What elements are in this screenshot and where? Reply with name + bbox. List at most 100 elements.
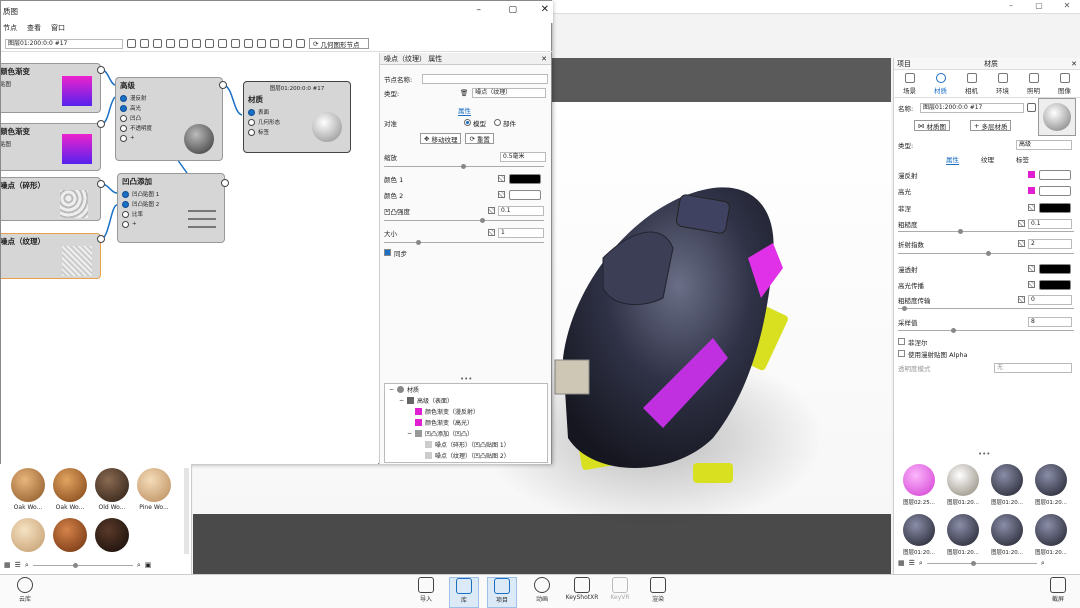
split-icon[interactable] bbox=[296, 39, 305, 48]
scale-slider[interactable] bbox=[384, 164, 544, 169]
folder-icon[interactable]: ▣ bbox=[145, 561, 152, 569]
texture-icon[interactable] bbox=[1028, 281, 1035, 288]
output-pin[interactable] bbox=[97, 66, 105, 74]
close-icon[interactable]: ✕ bbox=[541, 4, 549, 15]
node-bump-add[interactable]: 凹凸添加 凹凸贴图 1 凹凸贴图 2 比率 + bbox=[117, 173, 225, 243]
layout-icon[interactable] bbox=[283, 39, 292, 48]
specular-transmission-swatch[interactable] bbox=[1039, 279, 1071, 290]
texture-icon[interactable] bbox=[498, 175, 505, 182]
list-item[interactable]: 图层01:20... bbox=[1030, 512, 1072, 560]
size-input[interactable]: 1 bbox=[498, 227, 544, 238]
texture-icon[interactable] bbox=[1018, 240, 1025, 247]
menu-window[interactable]: 窗口 bbox=[51, 23, 65, 35]
import-button[interactable]: 导入 bbox=[411, 577, 441, 603]
splitter-handle[interactable]: ••• bbox=[978, 450, 990, 458]
thumbnail-size-slider[interactable] bbox=[32, 562, 133, 568]
list-item[interactable]: 图层01:20... bbox=[986, 462, 1028, 510]
grid-view-icon[interactable]: ▦ bbox=[4, 561, 11, 569]
diffuse-alpha-checkbox[interactable] bbox=[898, 350, 905, 357]
maximize-icon[interactable]: ▢ bbox=[508, 5, 517, 15]
scrollbar[interactable] bbox=[184, 468, 189, 554]
library-button[interactable]: 库 bbox=[449, 577, 479, 608]
roughness-slider[interactable] bbox=[898, 229, 1074, 234]
roughness-input[interactable]: 0.1 bbox=[1028, 218, 1072, 229]
list-item[interactable] bbox=[8, 518, 48, 566]
texture-icon[interactable] bbox=[488, 229, 495, 236]
geometry-node-button[interactable]: ⟳ 几何图形节点 bbox=[309, 38, 369, 49]
zoom-out-icon[interactable]: ⌕ bbox=[919, 559, 923, 568]
texture-icon[interactable] bbox=[1028, 265, 1035, 272]
tab-image[interactable]: 图像 bbox=[1051, 70, 1079, 97]
list-item[interactable]: 图层02:25... bbox=[898, 462, 940, 510]
specular-swatch[interactable] bbox=[1039, 185, 1071, 196]
material-graph-window[interactable]: 质图 – ▢ ✕ 节点 查看 窗口 图层01:200:0:0 #17 ⟳ 几何图… bbox=[0, 0, 553, 464]
multi-layer-material-button[interactable]: + 多层材质 bbox=[970, 120, 1012, 131]
output-pin[interactable] bbox=[97, 235, 105, 243]
bump-slider[interactable] bbox=[384, 218, 544, 223]
fresnel-checkbox[interactable] bbox=[898, 338, 905, 345]
list-item[interactable]: 图层01:20... bbox=[986, 512, 1028, 560]
splitter-handle[interactable]: ••• bbox=[460, 375, 472, 383]
menu-view[interactable]: 查看 bbox=[27, 23, 41, 35]
close-icon[interactable]: ✕ bbox=[1071, 60, 1077, 68]
zoom-out-icon[interactable]: ⌕ bbox=[25, 561, 29, 570]
material-preview[interactable] bbox=[1038, 98, 1076, 136]
animation-button[interactable]: 动画 bbox=[527, 577, 557, 603]
paste-icon[interactable] bbox=[244, 39, 253, 48]
copy-icon[interactable] bbox=[231, 39, 240, 48]
fresnel-swatch[interactable] bbox=[1039, 202, 1071, 213]
list-item[interactable] bbox=[50, 518, 90, 566]
samples-input[interactable]: 8 bbox=[1028, 316, 1072, 327]
transparency-mode-select[interactable]: 无 bbox=[994, 362, 1072, 373]
color1-swatch[interactable] bbox=[509, 173, 541, 184]
list-item[interactable]: Oak Wo... bbox=[50, 468, 90, 516]
node-noise-texture[interactable]: 噪点（纹理） bbox=[1, 233, 101, 279]
save-icon[interactable] bbox=[127, 39, 136, 48]
grid-icon[interactable] bbox=[179, 39, 188, 48]
delete-icon[interactable]: 🗑 bbox=[460, 89, 468, 97]
material-graph-button[interactable]: ⋈ 材质图 bbox=[914, 120, 950, 131]
list-item[interactable]: 图层01:20... bbox=[942, 512, 984, 560]
minimize-icon[interactable]: – bbox=[477, 5, 482, 15]
output-pin[interactable] bbox=[97, 120, 105, 128]
diffuse-swatch[interactable] bbox=[1039, 169, 1071, 180]
node-noise-fractal[interactable]: 噪点（碎形） bbox=[1, 177, 101, 221]
output-pin[interactable] bbox=[219, 81, 227, 89]
move-texture-button[interactable]: ✥ 移动纹理 bbox=[420, 133, 462, 144]
radio-model[interactable] bbox=[464, 119, 471, 126]
keyvr-button[interactable]: KeyVR bbox=[605, 577, 635, 601]
delete-icon[interactable] bbox=[218, 39, 227, 48]
sphere-icon[interactable] bbox=[153, 39, 162, 48]
target-icon[interactable] bbox=[166, 39, 175, 48]
zoom-in-icon[interactable]: ⌕ bbox=[137, 561, 141, 570]
texture-indicator[interactable] bbox=[1028, 171, 1035, 178]
material-type-select[interactable]: 高级 bbox=[1016, 139, 1072, 150]
tab-properties[interactable]: 属性 bbox=[458, 105, 471, 116]
bump-input[interactable]: 0.1 bbox=[498, 205, 544, 216]
list-item[interactable] bbox=[92, 518, 132, 566]
list-item[interactable]: 图层01:20... bbox=[1030, 462, 1072, 510]
node-graph-canvas[interactable]: 颜色渐变 贴图 颜色渐变 贴图 噪点（碎形） 噪点（纹理） 高级 漫反射 高光 bbox=[1, 53, 378, 464]
texture-icon[interactable] bbox=[488, 207, 495, 214]
save-icon[interactable] bbox=[1027, 103, 1036, 112]
transmission-roughness-input[interactable]: 0 bbox=[1028, 294, 1072, 305]
texture-indicator[interactable] bbox=[1028, 187, 1035, 194]
output-pin[interactable] bbox=[221, 179, 229, 187]
project-button[interactable]: 项目 bbox=[487, 577, 517, 608]
transmission-roughness-slider[interactable] bbox=[898, 306, 1074, 311]
list-item[interactable]: Pine Wo... bbox=[134, 468, 174, 516]
material-selector[interactable]: 图层01:200:0:0 #17 bbox=[5, 38, 123, 49]
list-item[interactable]: 图层01:20... bbox=[898, 512, 940, 560]
render-button[interactable]: 渲染 bbox=[643, 577, 673, 603]
texture-icon[interactable] bbox=[1018, 296, 1025, 303]
minimize-icon[interactable]: – bbox=[1004, 0, 1018, 12]
node-type-select[interactable]: 噪点（纹理） bbox=[472, 87, 547, 98]
close-icon[interactable]: ✕ bbox=[1060, 0, 1074, 12]
list-view-icon[interactable]: ☰ bbox=[909, 559, 915, 567]
node-color-gradient-2[interactable]: 颜色渐变 贴图 bbox=[1, 123, 101, 171]
close-icon[interactable]: ✕ bbox=[541, 55, 547, 63]
texture-icon[interactable] bbox=[1018, 220, 1025, 227]
arrange-icon[interactable] bbox=[192, 39, 201, 48]
diffuse-transmission-swatch[interactable] bbox=[1039, 263, 1071, 274]
thumbnail-size-slider[interactable] bbox=[926, 560, 1037, 566]
